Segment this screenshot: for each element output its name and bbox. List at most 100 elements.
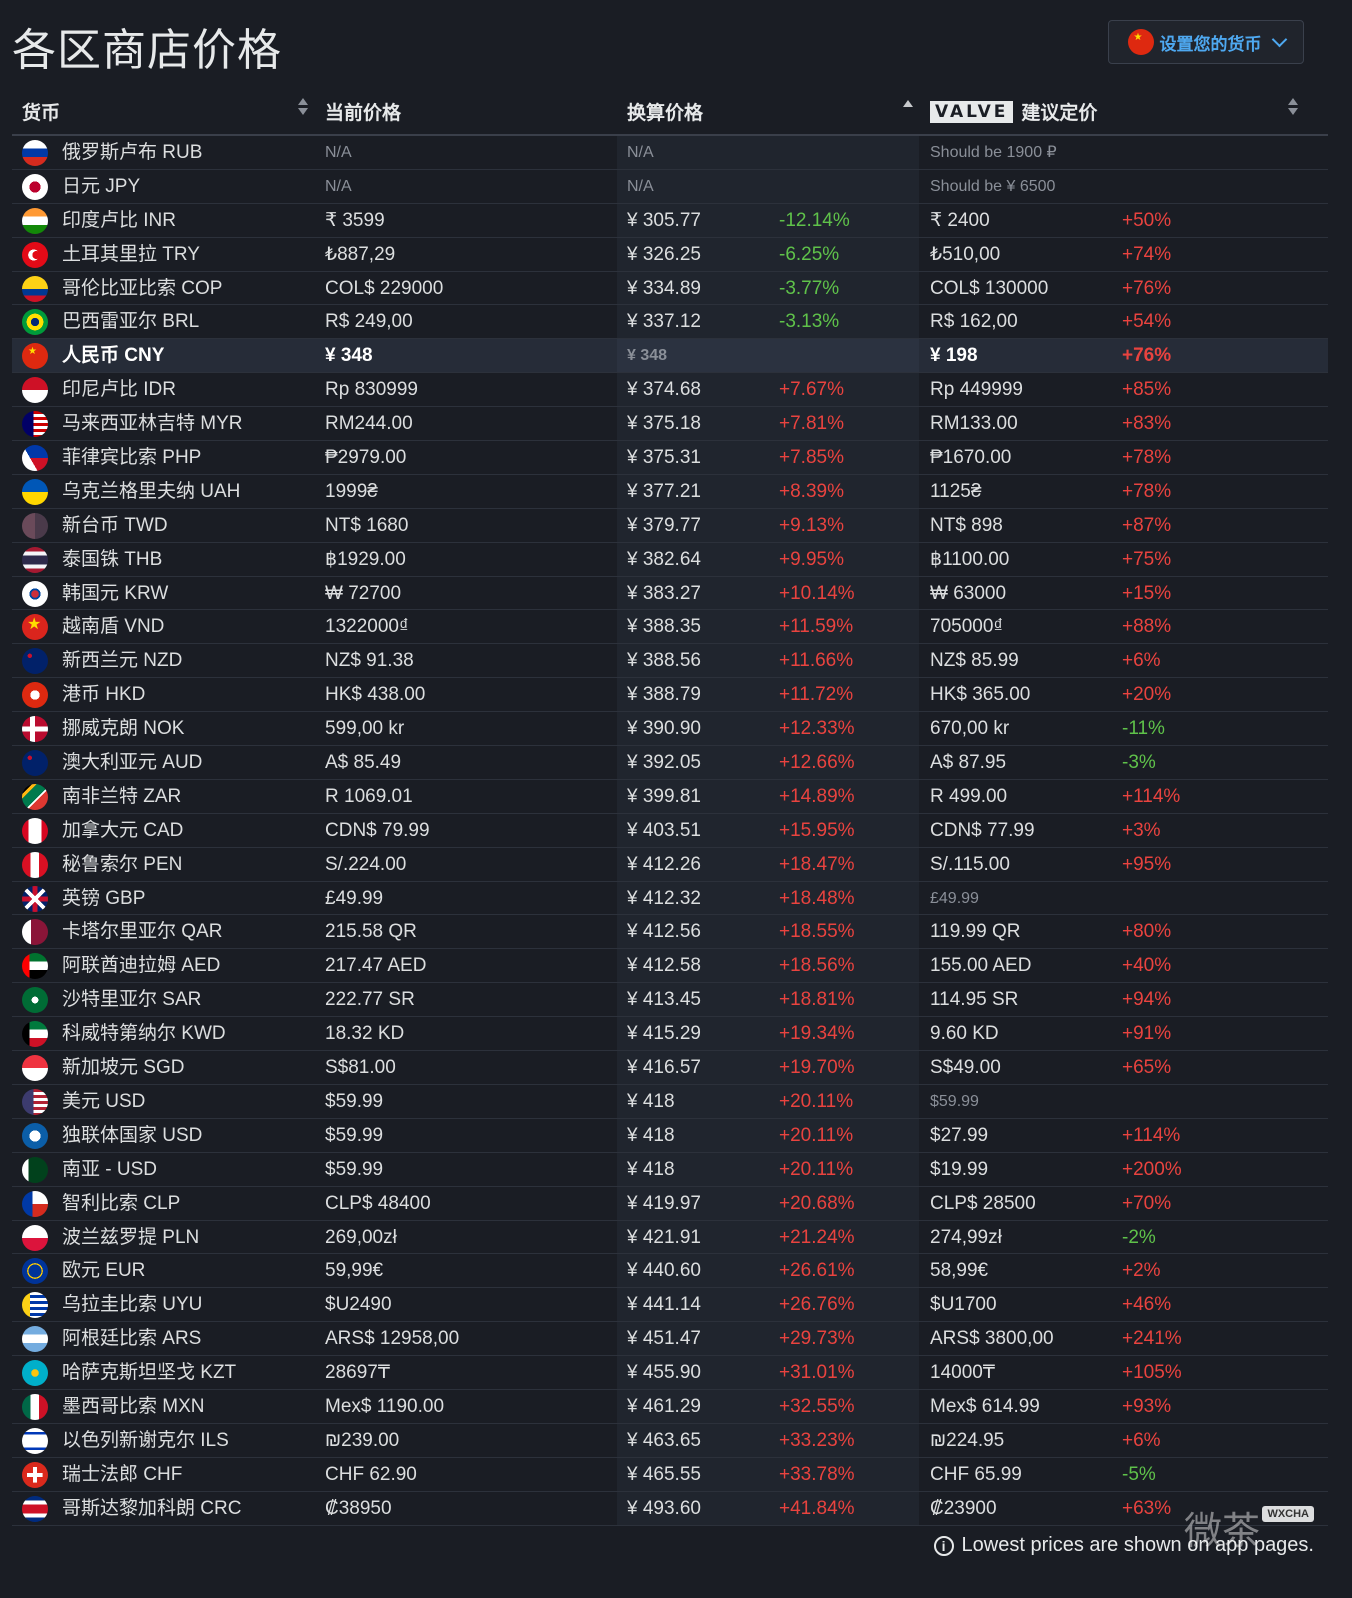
converted-price: ¥ 388.35	[627, 616, 701, 638]
price-diff: +41.84%	[779, 1497, 855, 1519]
table-row: 以色列新谢克尔 ILS ₪239.00 ¥ 463.65 +33.23% ₪224.95…	[12, 1423, 1328, 1460]
flag-cell	[22, 716, 48, 748]
flag-kr-icon	[22, 580, 48, 607]
current-price: $59.99	[325, 1090, 384, 1112]
converted-price: ¥ 416.57	[627, 1057, 701, 1079]
valve-suggested-price: 58,99€	[930, 1260, 989, 1282]
valve-suggested-price: 119.99 QR	[930, 921, 1021, 943]
sort-icon[interactable]	[298, 96, 308, 116]
valve-suggested-price: $U1700	[930, 1294, 997, 1316]
converted-price: ¥ 399.81	[627, 785, 701, 807]
col-header-valve-suggested[interactable]: VALVE 建议定价	[930, 98, 1097, 125]
converted-price: ¥ 388.56	[627, 650, 701, 672]
set-currency-button[interactable]: ★ 设置您的货币	[1108, 20, 1304, 64]
col-header-current-price[interactable]: 当前价格	[325, 98, 401, 125]
price-diff: +33.23%	[779, 1429, 855, 1451]
flag-tr-icon	[22, 241, 48, 268]
flag-cell	[22, 309, 48, 341]
col-header-currency-label: 货币	[22, 103, 61, 124]
current-price: Rp 830999	[325, 379, 418, 401]
valve-suggested-price: HK$ 365.00	[930, 684, 1031, 706]
regional-price-table: 货币 当前价格 换算价格 VALVE 建议定价 俄罗斯卢布 RUB N/A N/A S…	[12, 88, 1328, 1526]
flag-cell	[22, 1461, 48, 1494]
currency-name: 马来西亚林吉特 MYR	[62, 413, 243, 435]
col-header-current-price-label: 当前价格	[325, 103, 402, 124]
currency-name: 阿根廷比索 ARS	[62, 1328, 202, 1350]
valve-suggested-price: 155.00 AED	[930, 955, 1032, 977]
flag-hk-icon	[22, 682, 48, 709]
flag-cell	[22, 1427, 48, 1460]
price-diff: +19.34%	[779, 1023, 855, 1045]
converted-price: N/A	[627, 177, 654, 195]
currency-name: 美元 USD	[62, 1090, 146, 1112]
current-price: ₪239.00	[325, 1429, 400, 1451]
currency-name: 挪威克朗 NOK	[62, 718, 185, 740]
valve-suggested-price: ARS$ 3800,00	[930, 1328, 1054, 1350]
table-row: 英镑 GBP £49.99 ¥ 412.32 +18.48% £49.99	[12, 881, 1328, 916]
price-diff: +18.48%	[779, 887, 855, 909]
converted-price: ¥ 421.91	[627, 1226, 701, 1248]
flag-in-icon	[22, 207, 48, 234]
table-row: 智利比索 CLP CLP$ 48400 ¥ 419.97 +20.68% CLP$ 28…	[12, 1186, 1328, 1221]
current-price: N/A	[325, 177, 352, 195]
table-row: 沙特里亚尔 SAR 222.77 SR ¥ 413.45 +18.81% 114.95 …	[12, 983, 1328, 1018]
col-header-currency[interactable]: 货币	[22, 98, 60, 125]
table-row: 哥伦比亚比索 COP COL$ 229000 ¥ 334.89 -3.77% COL$ …	[12, 271, 1328, 306]
currency-name: 智利比索 CLP	[62, 1192, 181, 1214]
price-diff: +26.76%	[779, 1294, 855, 1316]
valve-price-diff: +105%	[1122, 1362, 1182, 1384]
valve-price-diff: +78%	[1122, 447, 1172, 469]
current-price: CHF 62.90	[325, 1463, 417, 1485]
current-price: 18.32 KD	[325, 1023, 405, 1045]
table-row: 加拿大元 CAD CDN$ 79.99 ¥ 403.51 +15.95% CDN$ 77…	[12, 813, 1328, 850]
converted-column-bg	[617, 169, 919, 203]
currency-name: 哈萨克斯坦坚戈 KZT	[62, 1362, 237, 1384]
sort-icon[interactable]	[1288, 96, 1298, 116]
current-price: ARS$ 12958,00	[325, 1328, 460, 1350]
current-price: ₹ 3599	[325, 209, 385, 231]
col-header-converted-price[interactable]: 换算价格	[627, 98, 703, 125]
valve-suggested-price: ₱1670.00	[930, 447, 1012, 469]
converted-price: ¥ 374.68	[627, 379, 701, 401]
flag-cell	[22, 411, 48, 443]
converted-price: ¥ 465.55	[627, 1463, 701, 1485]
currency-name: 新加坡元 SGD	[62, 1057, 185, 1079]
table-row: 马来西亚林吉特 MYR RM244.00 ¥ 375.18 +7.81% RM133.0…	[12, 407, 1328, 443]
table-row: 科威特第纳尔 KWD 18.32 KD ¥ 415.29 +19.34% 9.60 KD…	[12, 1017, 1328, 1052]
current-price: 28697₸	[325, 1362, 390, 1384]
price-diff: -12.14%	[779, 209, 850, 231]
table-row: 挪威克朗 NOK 599,00 kr ¥ 390.90 +12.33% 670,00 k…	[12, 712, 1328, 748]
current-price: £49.99	[325, 887, 384, 909]
flag-ua-icon	[22, 478, 48, 505]
flag-eu-icon	[22, 1258, 48, 1285]
flag-gb-icon	[22, 885, 48, 912]
flag-co-icon	[22, 275, 48, 302]
converted-price: ¥ 418	[627, 1124, 675, 1146]
valve-suggested-price: RM133.00	[930, 413, 1018, 435]
price-diff: +7.67%	[779, 379, 844, 401]
converted-price: ¥ 455.90	[627, 1362, 701, 1384]
currency-name: 瑞士法郎 CHF	[62, 1463, 183, 1485]
currency-name: 巴西雷亚尔 BRL	[62, 311, 200, 333]
valve-price-diff: +63%	[1122, 1497, 1172, 1519]
valve-suggested-price: CHF 65.99	[930, 1463, 1022, 1485]
watermark-text: 微茶	[1183, 1509, 1260, 1553]
table-row: 俄罗斯卢布 RUB N/A N/A Should be 1900 ₽	[12, 136, 1328, 170]
flag-cell	[22, 1055, 48, 1087]
table-row: 南亚 - USD $59.99 ¥ 418 +20.11% $19.99 +200%	[12, 1152, 1328, 1187]
sort-ascending-icon[interactable]	[903, 100, 913, 107]
valve-price-diff: +94%	[1122, 989, 1172, 1011]
currency-name: 新台币 TWD	[62, 514, 168, 536]
table-row: 阿联酋迪拉姆 AED 217.47 AED ¥ 412.58 +18.56% 155.0…	[12, 949, 1328, 984]
currency-name: 英镑 GBP	[62, 887, 146, 909]
converted-price: ¥ 382.64	[627, 548, 701, 570]
valve-suggested-price: R$ 162,00	[930, 311, 1018, 333]
currency-name: 科威特第纳尔 KWD	[62, 1023, 226, 1045]
flag-cell	[22, 817, 48, 850]
price-diff: +20.68%	[779, 1192, 855, 1214]
flag-sg-icon	[22, 1055, 48, 1082]
currency-name: 哥斯达黎加科朗 CRC	[62, 1497, 242, 1519]
price-diff: +14.89%	[779, 785, 855, 807]
valve-price-diff: +91%	[1122, 1023, 1172, 1045]
flag-cell	[22, 1224, 48, 1257]
